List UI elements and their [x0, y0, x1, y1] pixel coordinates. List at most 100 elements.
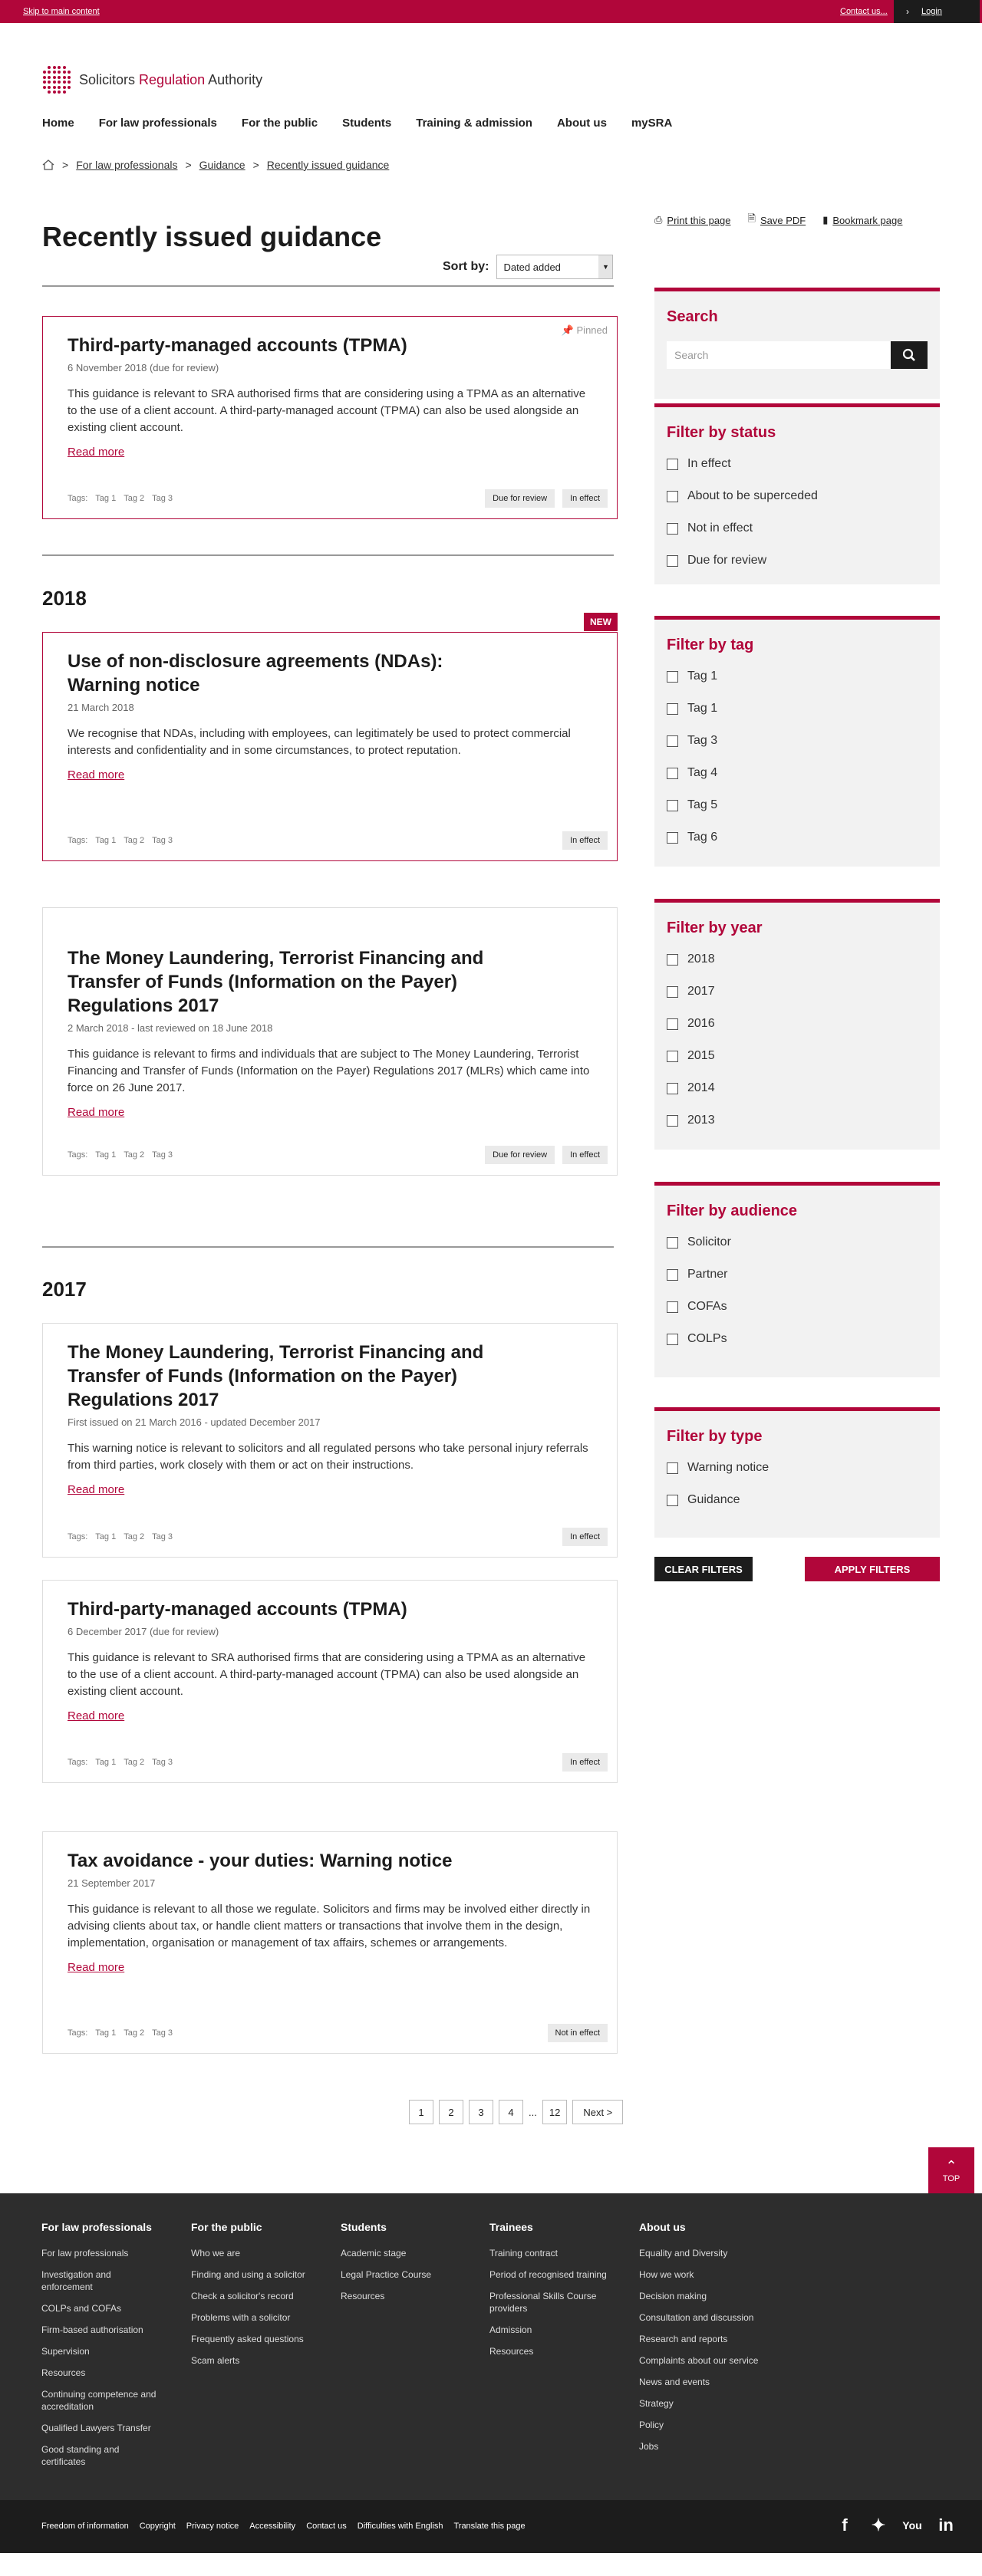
- filter-checkbox[interactable]: Warning notice: [667, 1461, 928, 1475]
- back-to-top-button[interactable]: ⌃ TOP: [928, 2147, 974, 2193]
- subfooter-link[interactable]: Freedom of information: [41, 2522, 129, 2531]
- print-button[interactable]: ⎙ Print this page: [654, 212, 731, 229]
- footer-link[interactable]: Resources: [341, 2290, 479, 2302]
- read-more-link[interactable]: Read more: [68, 446, 592, 459]
- sort-select[interactable]: Dated added ▼: [496, 255, 614, 279]
- card-title[interactable]: Third-party-managed accounts (TPMA): [68, 1597, 497, 1621]
- tag-link[interactable]: Tag 3: [152, 1532, 173, 1541]
- footer-link[interactable]: News and events: [639, 2376, 777, 2388]
- footer-link[interactable]: Qualified Lawyers Transfer: [41, 2422, 180, 2434]
- filter-checkbox[interactable]: Due for review: [667, 554, 928, 568]
- filter-checkbox[interactable]: Not in effect: [667, 521, 928, 535]
- page-link[interactable]: 12: [542, 2100, 568, 2124]
- tag-link[interactable]: Tag 2: [124, 494, 144, 503]
- search-button[interactable]: [891, 341, 928, 369]
- tag-link[interactable]: Tag 3: [152, 1758, 173, 1767]
- tag-link[interactable]: Tag 2: [124, 1150, 144, 1160]
- filter-checkbox[interactable]: About to be superceded: [667, 489, 928, 503]
- read-more-link[interactable]: Read more: [68, 1483, 592, 1496]
- footer-link[interactable]: COLPs and COFAs: [41, 2302, 180, 2314]
- filter-checkbox[interactable]: Guidance: [667, 1493, 928, 1507]
- footer-link[interactable]: Continuing competence and accreditation: [41, 2388, 172, 2413]
- subfooter-link[interactable]: Contact us: [306, 2522, 347, 2531]
- page-link[interactable]: 3: [469, 2100, 493, 2124]
- footer-link[interactable]: Complaints about our service: [639, 2354, 777, 2367]
- login-button[interactable]: › Login: [894, 0, 980, 23]
- read-more-link[interactable]: Read more: [68, 1106, 592, 1119]
- footer-link[interactable]: Problems with a solicitor: [191, 2311, 329, 2324]
- breadcrumb-current[interactable]: Recently issued guidance: [267, 159, 390, 171]
- filter-checkbox[interactable]: Tag 3: [667, 734, 928, 748]
- filter-checkbox[interactable]: COFAs: [667, 1300, 928, 1314]
- tag-link[interactable]: Tag 1: [95, 2028, 116, 2038]
- filter-checkbox[interactable]: 2014: [667, 1081, 928, 1095]
- tag-link[interactable]: Tag 1: [95, 836, 116, 845]
- footer-link[interactable]: Policy: [639, 2419, 777, 2431]
- breadcrumb-guidance[interactable]: Guidance: [199, 159, 246, 171]
- footer-link[interactable]: Legal Practice Course: [341, 2268, 479, 2281]
- clear-filters-button[interactable]: CLEAR FILTERS: [654, 1557, 753, 1581]
- breadcrumb-law-professionals[interactable]: For law professionals: [76, 159, 177, 171]
- card-title[interactable]: The Money Laundering, Terrorist Financin…: [68, 1341, 497, 1412]
- card-title[interactable]: Use of non-disclosure agreements (NDAs):…: [68, 650, 497, 697]
- tag-link[interactable]: Tag 1: [95, 1532, 116, 1541]
- filter-checkbox[interactable]: COLPs: [667, 1332, 928, 1346]
- tag-link[interactable]: Tag 1: [95, 1150, 116, 1160]
- subfooter-link[interactable]: Privacy notice: [186, 2522, 239, 2531]
- tag-link[interactable]: Tag 2: [124, 1758, 144, 1767]
- read-more-link[interactable]: Read more: [68, 1961, 592, 1974]
- filter-checkbox[interactable]: 2017: [667, 985, 928, 998]
- skip-link[interactable]: Skip to main content: [23, 7, 100, 16]
- facebook-icon[interactable]: f: [835, 2515, 855, 2535]
- filter-checkbox[interactable]: 2018: [667, 952, 928, 966]
- footer-link[interactable]: Academic stage: [341, 2247, 479, 2259]
- filter-checkbox[interactable]: Tag 4: [667, 766, 928, 780]
- footer-link[interactable]: Good standing and certificates: [41, 2443, 141, 2468]
- footer-link[interactable]: Resources: [41, 2367, 180, 2379]
- tag-link[interactable]: Tag 3: [152, 1150, 173, 1160]
- subfooter-link[interactable]: Translate this page: [453, 2522, 525, 2531]
- tag-link[interactable]: Tag 3: [152, 2028, 173, 2038]
- footer-link[interactable]: Consultation and discussion: [639, 2311, 777, 2324]
- footer-link[interactable]: Period of recognised training: [489, 2268, 628, 2281]
- youtube-icon[interactable]: You: [902, 2515, 922, 2535]
- subfooter-link[interactable]: Copyright: [140, 2522, 176, 2531]
- nav-students[interactable]: Students: [342, 117, 391, 130]
- footer-link[interactable]: Training contract: [489, 2247, 628, 2259]
- footer-link[interactable]: Check a solicitor's record: [191, 2290, 329, 2302]
- sra-logo[interactable]: Solicitors Regulation Authority: [42, 65, 262, 94]
- footer-link[interactable]: Admission: [489, 2324, 628, 2336]
- tag-link[interactable]: Tag 2: [124, 836, 144, 845]
- nav-law-professionals[interactable]: For law professionals: [99, 117, 217, 130]
- tag-link[interactable]: Tag 2: [124, 2028, 144, 2038]
- filter-checkbox[interactable]: Partner: [667, 1268, 928, 1281]
- read-more-link[interactable]: Read more: [68, 768, 592, 781]
- footer-link[interactable]: How we work: [639, 2268, 777, 2281]
- home-icon[interactable]: [42, 160, 54, 170]
- footer-link[interactable]: Finding and using a solicitor: [191, 2268, 329, 2281]
- page-link[interactable]: 1: [409, 2100, 433, 2124]
- footer-link[interactable]: Professional Skills Course providers: [489, 2290, 612, 2314]
- card-title[interactable]: The Money Laundering, Terrorist Financin…: [68, 946, 497, 1018]
- read-more-link[interactable]: Read more: [68, 1709, 592, 1722]
- tag-link[interactable]: Tag 3: [152, 836, 173, 845]
- footer-link[interactable]: Research and reports: [639, 2333, 777, 2345]
- footer-link[interactable]: Supervision: [41, 2345, 180, 2357]
- filter-checkbox[interactable]: Tag 1: [667, 702, 928, 716]
- nav-about[interactable]: About us: [557, 117, 607, 130]
- page-link[interactable]: 4: [499, 2100, 523, 2124]
- filter-checkbox[interactable]: 2013: [667, 1114, 928, 1127]
- filter-checkbox[interactable]: Tag 5: [667, 798, 928, 812]
- nav-home[interactable]: Home: [42, 117, 74, 130]
- card-title[interactable]: Tax avoidance - your duties: Warning not…: [68, 1849, 497, 1873]
- footer-link[interactable]: Jobs: [639, 2440, 777, 2453]
- footer-link[interactable]: Strategy: [639, 2397, 777, 2410]
- footer-link[interactable]: For law professionals: [41, 2247, 180, 2259]
- footer-link[interactable]: Scam alerts: [191, 2354, 329, 2367]
- contact-link[interactable]: Contact us...: [840, 7, 888, 16]
- filter-checkbox[interactable]: 2015: [667, 1049, 928, 1063]
- twitter-icon[interactable]: ✦: [868, 2515, 888, 2535]
- footer-link[interactable]: Equality and Diversity: [639, 2247, 777, 2259]
- bookmark-button[interactable]: ▮ Bookmark page: [822, 212, 902, 229]
- footer-link[interactable]: Decision making: [639, 2290, 777, 2302]
